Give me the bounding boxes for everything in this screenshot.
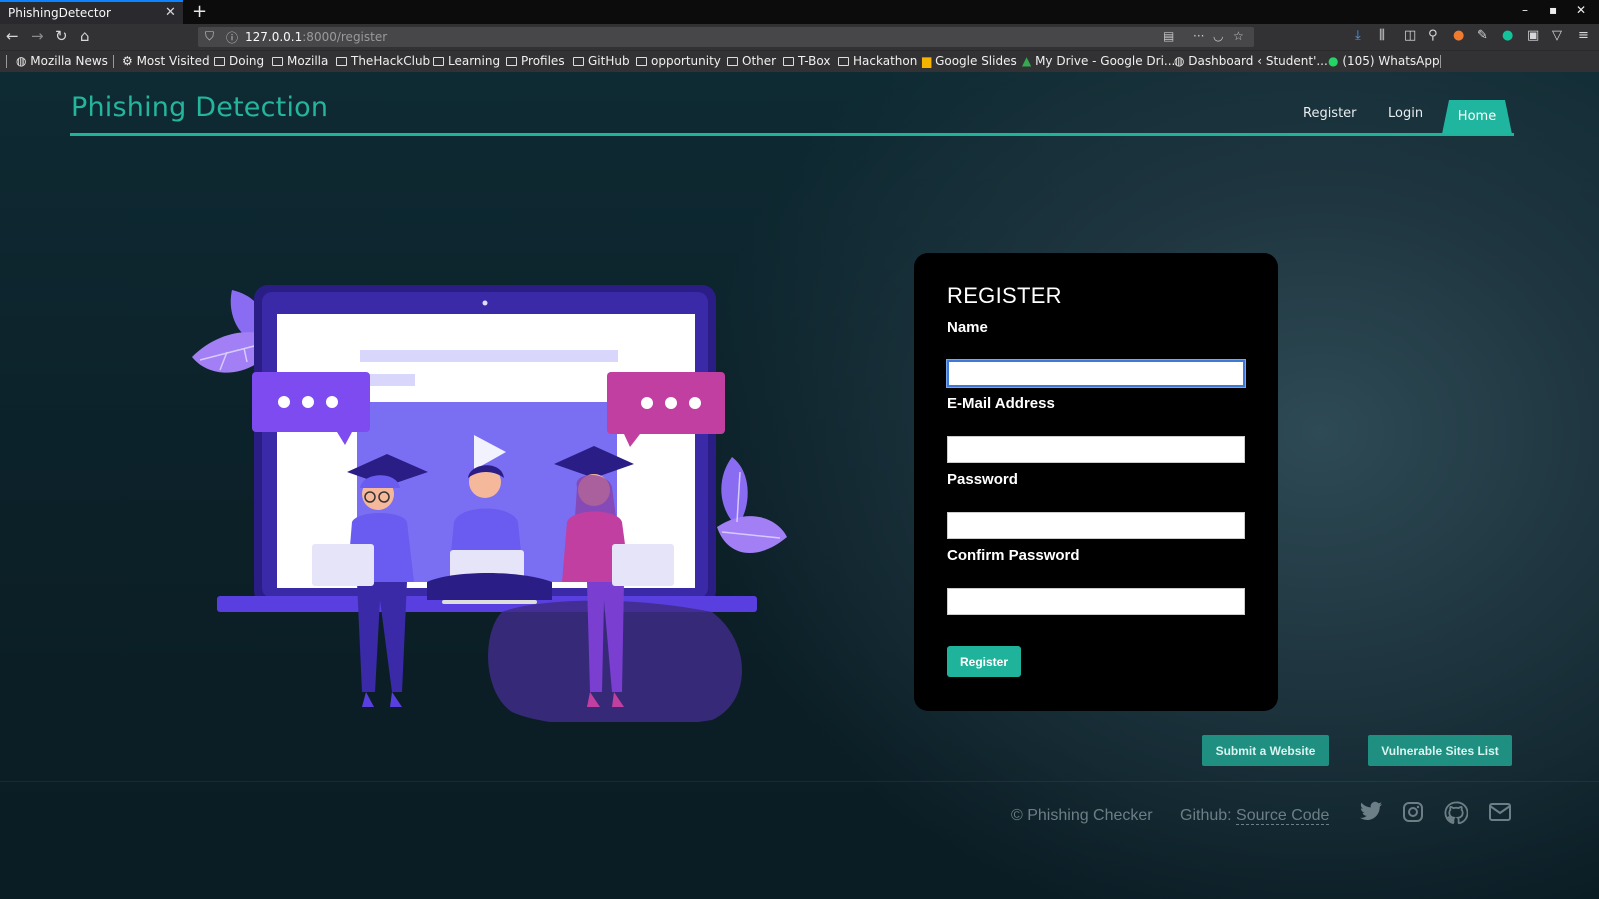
slides-icon: ▆ [922,54,932,68]
menu-icon[interactable]: ≡ [1578,28,1589,43]
bookmark-hackathon[interactable]: Hackathon [838,54,917,68]
folder-icon [272,57,283,66]
grammarly-icon[interactable]: ● [1502,28,1513,43]
folder-icon [573,57,584,66]
bookmark-separator [113,55,114,68]
brand-title[interactable]: Phishing Detection [71,92,328,123]
pocket-icon[interactable]: ◡ [1213,29,1223,43]
download-icon[interactable]: ⤓ [1355,28,1361,43]
close-window-icon[interactable]: ✕ [1576,3,1586,17]
name-input[interactable] [947,360,1245,387]
nav-home[interactable]: Home [1442,100,1512,134]
bookmark-separator [6,55,7,68]
info-icon[interactable]: ⓘ [226,29,238,46]
folder-icon [214,57,225,66]
vulnerable-sites-button[interactable]: Vulnerable Sites List [1368,735,1512,766]
tab-title: PhishingDetector [8,6,111,20]
bookmark-t-box[interactable]: T-Box [783,54,830,68]
url-text[interactable]: 127.0.0.1:8000/register [245,30,387,44]
footer-divider [0,781,1599,782]
maximize-icon[interactable]: ▪ [1549,3,1557,17]
folder-icon [838,57,849,66]
folder-icon [336,57,347,66]
back-icon[interactable]: ← [6,28,19,44]
bookmark-mozilla[interactable]: Mozilla [272,54,328,68]
firefox-account-icon[interactable]: ● [1453,28,1464,43]
instagram-icon[interactable] [1402,801,1424,823]
bookmark-my-drive[interactable]: ▲ My Drive - Google Dri... [1022,54,1175,68]
bookmark-opportunity[interactable]: opportunity [636,54,721,68]
bookmark-dashboard[interactable]: ◍ Dashboard ‹ Student'... [1174,54,1328,68]
bookmark-profiles[interactable]: Profiles [506,54,565,68]
forward-icon[interactable]: → [31,28,44,44]
pen-extension-icon[interactable]: ✎ [1477,28,1488,43]
whatsapp-icon: ● [1328,54,1339,68]
bookmark-other[interactable]: Other [727,54,776,68]
nav-login[interactable]: Login [1388,106,1423,121]
folder-icon [636,57,647,66]
browser-tab[interactable]: PhishingDetector ✕ [0,0,183,24]
nav-register[interactable]: Register [1303,106,1357,121]
drive-icon: ▲ [1022,54,1032,68]
library-icon[interactable]: ⫼ [1379,28,1385,43]
footer-github-prefix: Github: [1180,807,1232,824]
github-icon[interactable] [1444,801,1468,825]
confirm-password-input[interactable] [947,588,1245,615]
bookmark-separator [1440,55,1441,68]
email-input[interactable] [947,436,1245,463]
bookmarks-bar: ◍ Mozilla News ⚙ Most Visited Doing Mozi… [0,50,1599,72]
submit-website-button[interactable]: Submit a Website [1202,735,1329,766]
footer-github: Github: Source Code [1180,807,1330,825]
page-content: Phishing Detection Register Login Home R… [0,72,1599,899]
confirm-password-label: Confirm Password [947,547,1080,564]
extension-icon[interactable]: ⚲ [1428,28,1438,43]
header-divider [70,133,1514,136]
register-card: REGISTER Name E-Mail Address Password Co… [914,253,1278,711]
source-code-link[interactable]: Source Code [1236,807,1330,825]
browser-tab-bar: PhishingDetector ✕ + – ▪ ✕ [0,0,1599,24]
password-label: Password [947,471,1018,488]
twitter-icon[interactable] [1359,801,1383,823]
folder-icon [506,57,517,66]
bookmark-most-visited[interactable]: ⚙ Most Visited [122,54,210,68]
reader-view-icon[interactable]: ▤ [1163,29,1174,43]
bookmark-learning[interactable]: Learning [433,54,500,68]
minimize-icon[interactable]: – [1522,3,1528,17]
students-laptop-illustration [192,285,787,722]
browser-toolbar: ← → ↻ ⌂ ⛉ ⓘ 127.0.0.1:8000/register ▤ ··… [0,24,1599,50]
bookmark-mozilla-news[interactable]: ◍ Mozilla News [16,54,108,68]
email-label: E-Mail Address [947,395,1055,412]
reload-icon[interactable]: ↻ [55,28,68,44]
bookmark-google-slides[interactable]: ▆ Google Slides [922,54,1017,68]
mail-icon[interactable] [1488,801,1512,823]
bookmark-thehackclub[interactable]: TheHackClub [336,54,430,68]
form-title: REGISTER [947,283,1062,308]
sidebar-icon[interactable]: ◫ [1404,28,1416,43]
vpn-icon[interactable]: ▽ [1552,28,1562,43]
folder-icon [783,57,794,66]
bookmark-github[interactable]: GitHub [573,54,630,68]
register-submit-button[interactable]: Register [947,646,1021,677]
extension-square-icon[interactable]: ▣ [1527,28,1539,43]
home-icon[interactable]: ⌂ [80,28,90,44]
bookmark-star-icon[interactable]: ☆ [1233,29,1244,43]
page-actions-icon[interactable]: ··· [1193,29,1204,43]
folder-icon [727,57,738,66]
url-bar[interactable]: ⛉ ⓘ 127.0.0.1:8000/register ▤ ··· ◡ ☆ [198,27,1254,47]
footer-copyright: © Phishing Checker [1011,807,1153,824]
password-input[interactable] [947,512,1245,539]
name-label: Name [947,319,988,336]
close-tab-icon[interactable]: ✕ [165,5,176,20]
bookmark-doing[interactable]: Doing [214,54,264,68]
folder-icon [433,57,444,66]
bookmark-whatsapp[interactable]: ● (105) WhatsApp [1328,54,1440,68]
shield-icon[interactable]: ⛉ [205,29,214,44]
new-tab-button[interactable]: + [192,1,207,22]
